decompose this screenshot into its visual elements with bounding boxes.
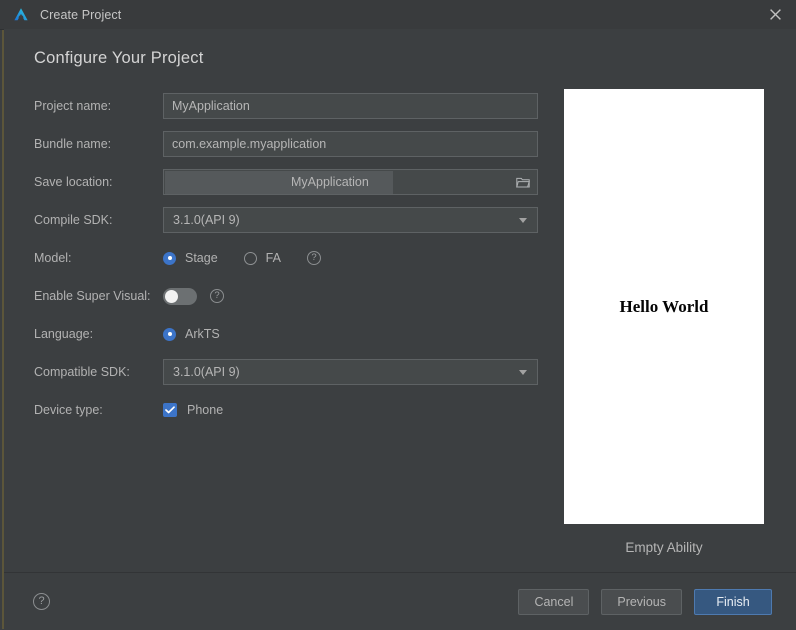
project-name-label: Project name: bbox=[34, 99, 112, 113]
field-row-compatible-sdk: Compatible SDK: 3.1.0(API 9) bbox=[34, 353, 544, 391]
checkbox-checked-icon bbox=[163, 403, 177, 417]
deveco-logo-icon bbox=[12, 6, 30, 24]
previous-button[interactable]: Previous bbox=[601, 589, 682, 615]
model-radio-group: Stage FA ? bbox=[163, 251, 321, 265]
page-title: Configure Your Project bbox=[34, 49, 204, 67]
model-label: Model: bbox=[34, 251, 72, 265]
enable-super-visual-label: Enable Super Visual: bbox=[34, 289, 151, 303]
bundle-name-input[interactable] bbox=[163, 131, 538, 157]
field-row-save-location: Save location: MyApplication bbox=[34, 163, 544, 201]
preview-caption: Empty Ability bbox=[625, 540, 703, 555]
save-location-label: Save location: bbox=[34, 175, 113, 189]
folder-open-icon[interactable] bbox=[516, 170, 530, 194]
chevron-down-icon bbox=[519, 218, 527, 223]
language-radio-arkts-label: ArkTS bbox=[185, 327, 220, 341]
model-radio-stage[interactable]: Stage bbox=[163, 251, 218, 265]
footer-button-group: Cancel Previous Finish bbox=[518, 589, 772, 615]
preview-screen: Hello World bbox=[564, 89, 764, 524]
model-radio-fa-label: FA bbox=[265, 251, 281, 265]
field-row-enable-super-visual: Enable Super Visual: ? bbox=[34, 277, 544, 315]
model-radio-fa[interactable]: FA bbox=[243, 251, 281, 265]
model-help-icon[interactable]: ? bbox=[306, 251, 321, 265]
field-row-language: Language: ArkTS bbox=[34, 315, 544, 353]
project-config-form: Project name: Bundle name: Save location… bbox=[34, 87, 544, 429]
language-radio-arkts[interactable]: ArkTS bbox=[163, 327, 220, 341]
dialog-footer: ? Cancel Previous Finish bbox=[4, 572, 796, 630]
enable-super-visual-toggle[interactable] bbox=[163, 287, 197, 305]
close-icon[interactable] bbox=[754, 0, 796, 29]
device-type-label: Device type: bbox=[34, 403, 103, 417]
language-label: Language: bbox=[34, 327, 94, 341]
preview-hello-world-text: Hello World bbox=[619, 296, 709, 316]
radio-selected-icon bbox=[163, 327, 176, 341]
title-bar: Create Project bbox=[0, 0, 796, 30]
compile-sdk-value: 3.1.0(API 9) bbox=[173, 213, 240, 227]
save-location-value: MyApplication bbox=[291, 175, 369, 189]
compile-sdk-dropdown[interactable]: 3.1.0(API 9) bbox=[163, 207, 538, 233]
device-type-phone-label: Phone bbox=[187, 403, 224, 417]
dialog-content: Configure Your Project Project name: Bun… bbox=[4, 29, 796, 572]
field-row-bundle-name: Bundle name: bbox=[34, 125, 544, 163]
compatible-sdk-dropdown[interactable]: 3.1.0(API 9) bbox=[163, 359, 538, 385]
compatible-sdk-label: Compatible SDK: bbox=[34, 365, 130, 379]
compatible-sdk-value: 3.1.0(API 9) bbox=[173, 365, 240, 379]
enable-super-visual-help-icon[interactable]: ? bbox=[210, 289, 224, 303]
language-radio-group: ArkTS bbox=[163, 327, 246, 341]
bundle-name-label: Bundle name: bbox=[34, 137, 112, 151]
device-type-checkbox-phone[interactable]: Phone bbox=[163, 403, 223, 417]
field-row-compile-sdk: Compile SDK: 3.1.0(API 9) bbox=[34, 201, 544, 239]
save-location-input[interactable]: MyApplication bbox=[163, 169, 538, 195]
radio-selected-icon bbox=[163, 251, 176, 265]
cancel-button[interactable]: Cancel bbox=[518, 589, 590, 615]
toggle-knob bbox=[165, 289, 178, 303]
field-row-model: Model: Stage FA ? bbox=[34, 239, 544, 277]
radio-unselected-icon bbox=[243, 251, 257, 265]
template-preview-panel: Hello World Empty Ability bbox=[564, 89, 764, 555]
project-name-input[interactable] bbox=[163, 93, 538, 119]
chevron-down-icon bbox=[519, 370, 527, 375]
model-radio-stage-label: Stage bbox=[185, 251, 218, 265]
compile-sdk-label: Compile SDK: bbox=[34, 213, 113, 227]
field-row-project-name: Project name: bbox=[34, 87, 544, 125]
footer-help-icon[interactable]: ? bbox=[33, 593, 50, 610]
window-title: Create Project bbox=[40, 7, 122, 22]
finish-button[interactable]: Finish bbox=[694, 589, 772, 615]
field-row-device-type: Device type: Phone bbox=[34, 391, 544, 429]
